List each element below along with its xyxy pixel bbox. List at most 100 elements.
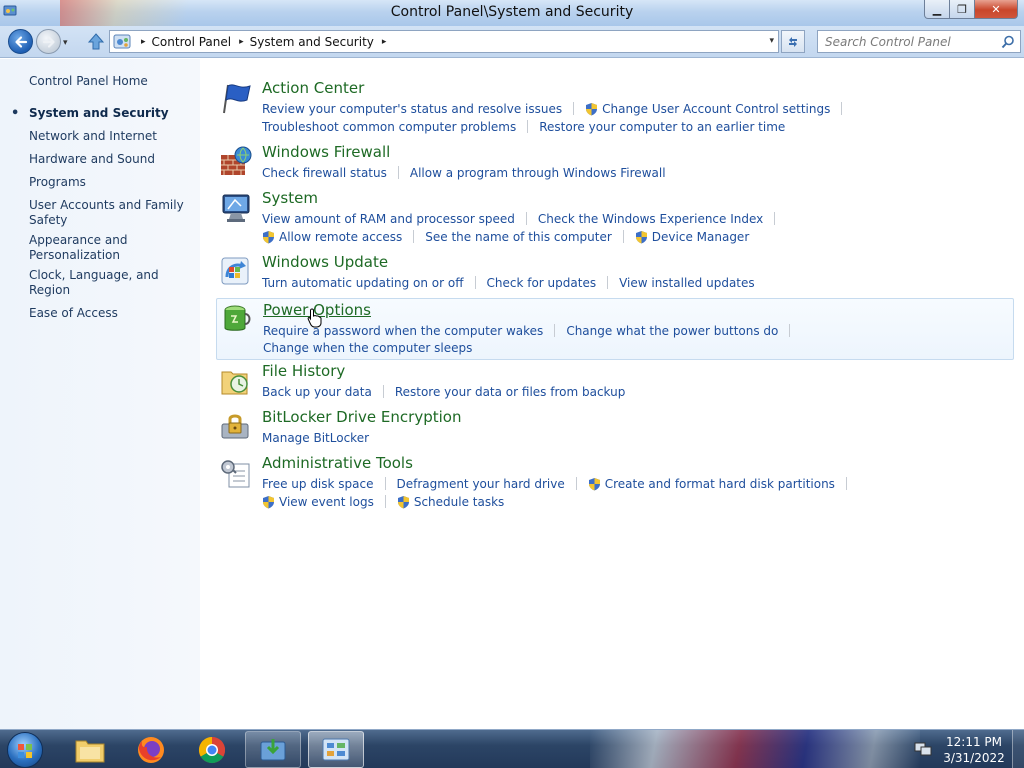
taskbar-chrome[interactable] [184,731,240,768]
sidebar-item-clock-language-region[interactable]: Clock, Language, and Region [0,268,200,298]
sidebar-item-network-and-internet[interactable]: Network and Internet [0,129,200,144]
address-dropdown[interactable]: ▾ [769,36,774,46]
search-box[interactable] [817,30,1021,53]
task-row: Require a password when the computer wak… [263,322,801,339]
category-title[interactable]: File History [262,362,345,380]
separator [573,102,575,115]
recent-pages-dropdown[interactable]: ▾ [63,38,68,48]
firefox-icon [138,736,164,763]
computer-icon [222,194,250,222]
task-link[interactable]: See the name of this computer [425,230,612,244]
category-windows-update: Windows Update Turn automatic updating o… [216,253,1014,291]
task-link-label: Change User Account Control settings [602,101,831,116]
task-link[interactable]: Back up your data [262,385,372,399]
task-link[interactable]: Manage BitLocker [262,431,369,445]
show-desktop-button[interactable] [1012,730,1024,768]
search-input[interactable] [825,32,995,52]
task-link-shield[interactable]: Create and format hard disk partitions [588,477,835,491]
start-button[interactable] [7,732,43,768]
breadcrumb-control-panel[interactable]: Control Panel [152,35,232,49]
search-icon[interactable] [1001,35,1015,49]
breadcrumb-separator[interactable]: ▸ [382,37,387,47]
task-link-shield[interactable]: View event logs [262,495,374,509]
system-clock[interactable]: 12:11 PM 3/31/2022 [940,734,1008,766]
network-icon[interactable] [914,741,932,757]
task-link-shield[interactable]: Device Manager [635,230,749,244]
uac-shield-icon [397,495,409,508]
task-link[interactable]: Require a password when the computer wak… [263,324,543,338]
breadcrumb-system-and-security[interactable]: System and Security [250,35,374,49]
breadcrumb-separator[interactable]: ▸ [141,37,146,47]
clock-date: 3/31/2022 [943,751,1005,765]
task-link-shield[interactable]: Allow remote access [262,230,402,244]
sidebar-control-panel-home[interactable]: Control Panel Home [29,74,148,88]
arrow-left-icon [14,35,27,48]
task-row: Allow remote access See the name of this… [262,228,749,245]
refresh-icon [789,36,797,47]
taskbar-firefox[interactable] [123,731,179,768]
maximize-button[interactable]: ❐ [950,0,975,19]
taskbar-control-panel[interactable] [308,731,364,768]
task-link-shield[interactable]: Schedule tasks [397,495,504,509]
task-row: Check firewall status Allow a program th… [262,164,666,181]
back-button[interactable] [8,29,33,54]
task-link[interactable]: Change when the computer sleeps [263,341,472,355]
file-history-icon [221,371,248,395]
task-link[interactable]: Check firewall status [262,166,387,180]
taskbar-wallpaper-accent [590,730,920,768]
task-link-label: Schedule tasks [413,494,505,509]
category-title[interactable]: Action Center [262,79,364,97]
category-power-options[interactable]: Power Options Require a password when th… [216,298,1014,360]
separator [622,230,624,243]
task-row: View event logs Schedule tasks [262,493,504,510]
category-action-center: Action Center Review your computer's sta… [216,79,1014,135]
refresh-button[interactable] [781,30,805,53]
category-title[interactable]: Windows Firewall [262,143,390,161]
forward-button[interactable] [36,29,61,54]
task-link[interactable]: View amount of RAM and processor speed [262,212,515,226]
task-link-shield[interactable]: Change User Account Control settings [585,102,830,116]
task-link-label: Create and format hard disk partitions [604,476,835,491]
category-title[interactable]: Windows Update [262,253,388,271]
task-link[interactable]: Restore your data or files from backup [395,385,626,399]
sidebar-item-ease-of-access[interactable]: Ease of Access [0,306,200,321]
taskbar-explorer[interactable] [62,731,118,768]
task-link[interactable]: Turn automatic updating on or off [262,276,464,290]
task-link[interactable]: Allow a program through Windows Firewall [410,166,666,180]
task-link[interactable]: Free up disk space [262,477,374,491]
taskbar-installer[interactable] [245,731,301,768]
task-link[interactable]: View installed updates [619,276,755,290]
task-link[interactable]: Check the Windows Experience Index [538,212,763,226]
up-arrow-icon[interactable] [86,32,106,52]
main-content: Action Center Review your computer's sta… [200,59,1024,729]
sidebar-item-system-and-security[interactable]: System and Security [0,106,200,121]
minimize-button[interactable]: ▁ [924,0,950,19]
sidebar-item-appearance[interactable]: Appearance and Personalization [0,233,200,263]
close-button[interactable]: ✕ [975,0,1018,19]
task-link[interactable]: Defragment your hard drive [397,477,565,491]
category-title[interactable]: Administrative Tools [262,454,413,472]
breadcrumb-separator[interactable]: ▸ [239,37,244,47]
task-link[interactable]: Change what the power buttons do [566,324,778,338]
windows-logo-icon [18,744,32,758]
task-link[interactable]: Review your computer's status and resolv… [262,102,562,116]
sidebar-item-hardware-and-sound[interactable]: Hardware and Sound [0,152,200,167]
sidebar-item-user-accounts[interactable]: User Accounts and Family Safety [0,198,200,228]
control-panel-icon [113,34,131,48]
category-title[interactable]: System [262,189,318,207]
taskbar: 12:11 PM 3/31/2022 [0,729,1024,768]
address-bar[interactable]: ▸ Control Panel ▸ System and Security ▸ … [109,30,779,53]
uac-shield-icon [263,230,274,243]
task-row: Turn automatic updating on or off Check … [262,274,755,291]
arrow-right-icon [42,35,55,48]
task-link[interactable]: Troubleshoot common computer problems [262,120,516,134]
sidebar: Control Panel Home System and Security N… [0,59,200,729]
category-title[interactable]: BitLocker Drive Encryption [262,408,461,426]
task-link[interactable]: Restore your computer to an earlier time [539,120,785,134]
sidebar-item-programs[interactable]: Programs [0,175,200,190]
separator [474,276,476,289]
separator [789,324,791,337]
task-link[interactable]: Check for updates [487,276,597,290]
title-bar[interactable]: Control Panel\System and Security ▁ ❐ ✕ [0,0,1024,26]
task-link-label: Allow remote access [279,229,403,244]
